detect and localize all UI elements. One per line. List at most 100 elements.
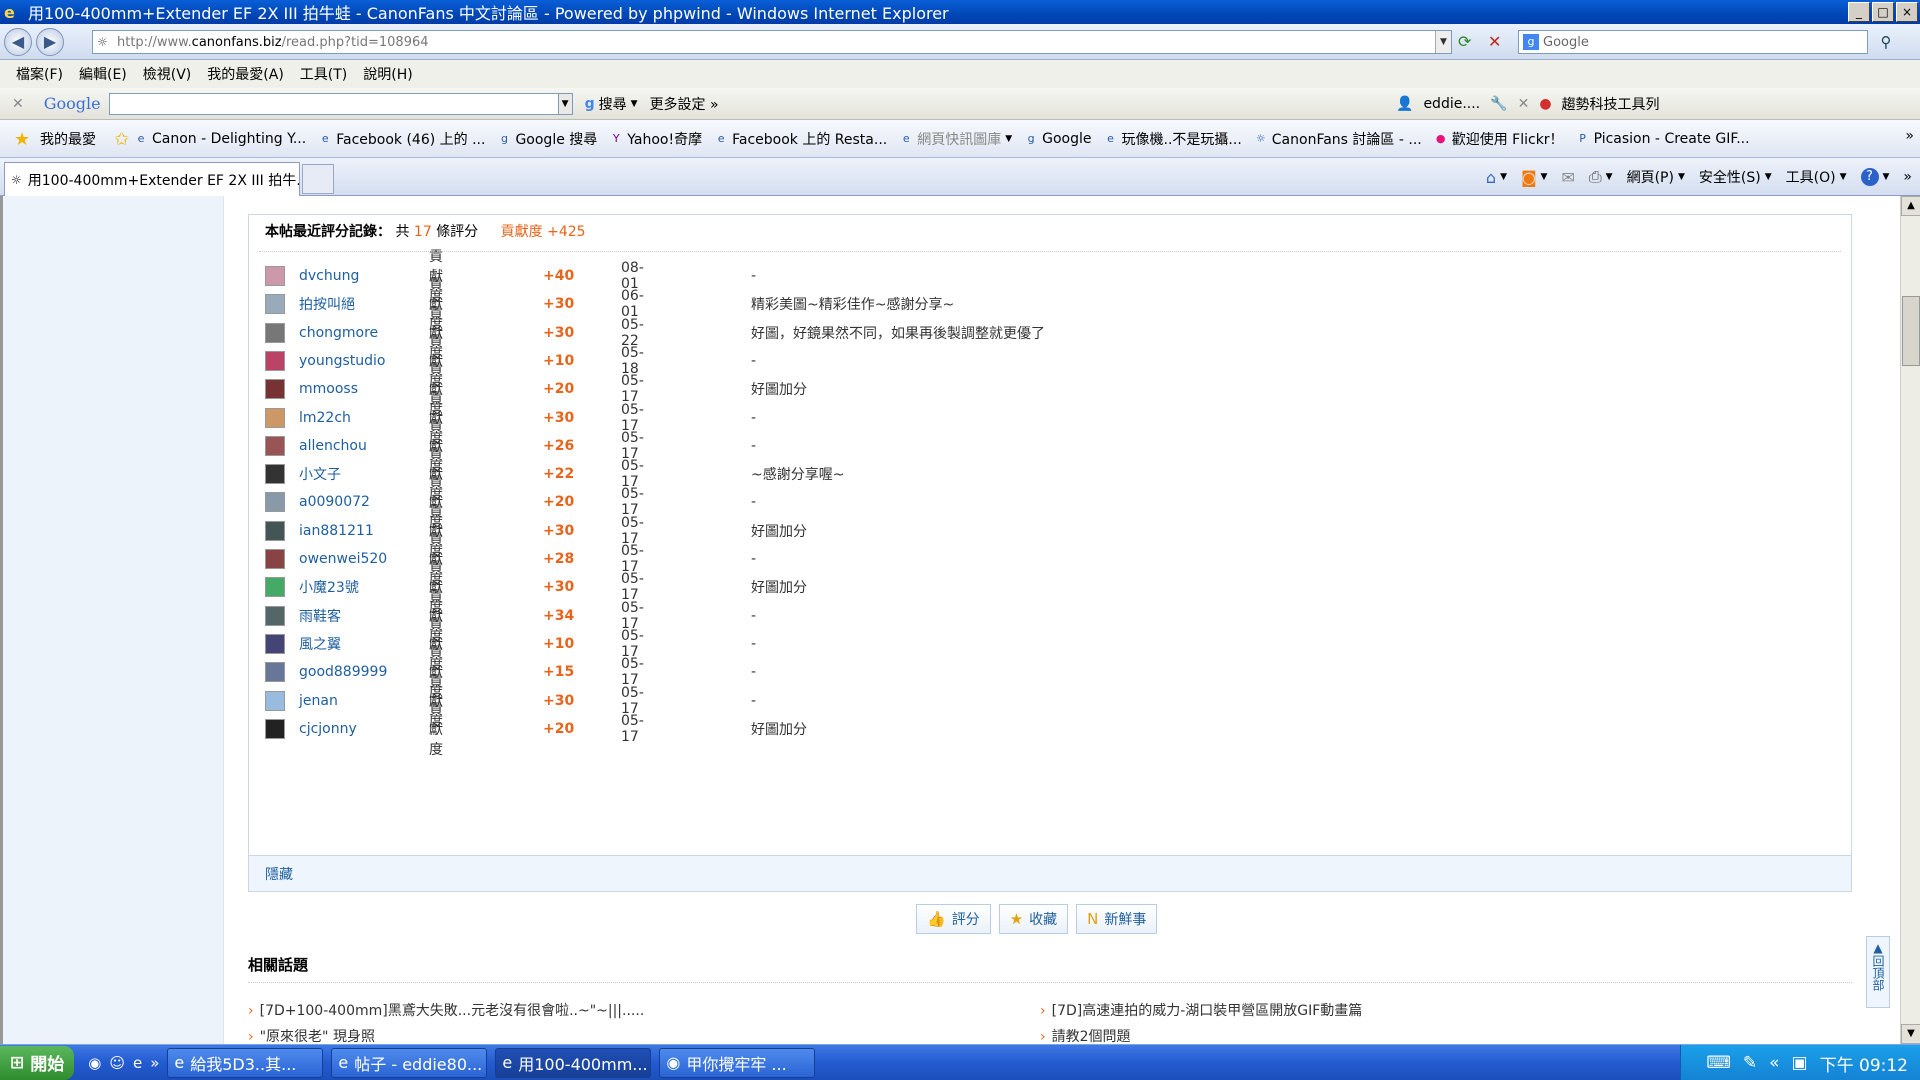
avatar[interactable] [265, 577, 285, 598]
new-tab-button[interactable] [302, 164, 334, 194]
avatar[interactable] [265, 492, 285, 513]
fav-link[interactable]: ☼ CanonFans 討論區 - ... [1254, 129, 1422, 149]
rating-user-link[interactable]: lm22ch [299, 410, 351, 426]
rating-user-link[interactable]: cjcjonny [299, 721, 357, 737]
tools-menu[interactable]: 工具(O) ▼ [1786, 167, 1847, 187]
forward-button[interactable]: ▶ [36, 27, 64, 56]
avatar[interactable] [265, 435, 285, 456]
news-button[interactable]: N 新鮮事 [1076, 904, 1158, 934]
fav-link[interactable]: e Facebook 上的 Resta... [714, 129, 888, 149]
avatar[interactable] [265, 633, 285, 654]
network-icon[interactable]: ▣ [1792, 1053, 1808, 1073]
rating-user-link[interactable]: good889999 [299, 664, 387, 680]
scroll-up-icon[interactable]: ▲ [1901, 196, 1920, 216]
wrench-icon[interactable]: 🔧 [1490, 96, 1507, 112]
hide-ratings-link[interactable]: 隱藏 [265, 864, 293, 884]
menu-file[interactable]: 檔案(F) [16, 64, 63, 84]
avatar[interactable] [265, 379, 285, 400]
toolbar-close-icon[interactable]: ✕ [1518, 96, 1530, 112]
related-topic-link[interactable]: › [7D]高速連拍的威力-湖口裝甲營區開放GIF動畫篇 [1040, 1000, 1362, 1020]
avatar[interactable] [265, 520, 285, 541]
more-settings-button[interactable]: 更多設定 » [650, 94, 719, 114]
rating-user-link[interactable]: youngstudio [299, 353, 385, 369]
rating-user-link[interactable]: 拍按叫絕 [299, 294, 355, 314]
maximize-button[interactable]: □ [1872, 2, 1894, 22]
page-menu[interactable]: 網頁(P) ▼ [1627, 167, 1685, 187]
scroll-down-icon[interactable]: ▼ [1901, 1024, 1920, 1044]
pen-icon[interactable]: ✎ [1743, 1053, 1757, 1073]
avatar[interactable] [265, 662, 285, 683]
fav-link[interactable]: e 網頁快訊圖庫 ▼ [899, 129, 1012, 149]
rating-user-link[interactable]: owenwei520 [299, 551, 387, 567]
avatar[interactable] [265, 266, 285, 286]
favorites-center-button[interactable]: 我的最愛 [40, 129, 96, 149]
google-search-dropdown[interactable]: ▼ [558, 92, 573, 115]
home-button[interactable]: ⌂ ▼ [1486, 168, 1507, 187]
fav-link[interactable]: e Facebook (46) 上的 ... [318, 129, 486, 149]
rating-user-link[interactable]: 風之翼 [299, 634, 341, 654]
taskbar-item[interactable]: e 給我5D3..其... [167, 1047, 324, 1078]
keyboard-icon[interactable]: ⌨ [1706, 1053, 1731, 1073]
avatar[interactable] [265, 690, 285, 711]
safety-menu[interactable]: 安全性(S) ▼ [1699, 167, 1772, 187]
taskbar-item[interactable]: ◉ 甲你攪牢牢 ... [659, 1047, 816, 1078]
favorite-button[interactable]: ★ 收藏 [998, 904, 1069, 934]
avatar[interactable] [265, 549, 285, 569]
fav-link[interactable]: e 玩像機..不是玩攝... [1104, 129, 1242, 149]
tab-current[interactable]: ☼ 用100-400mm+Extender EF 2X III 拍牛... [4, 162, 300, 196]
menu-help[interactable]: 說明(H) [363, 64, 412, 84]
fav-link[interactable]: g Google 搜尋 [497, 129, 597, 149]
feeds-button[interactable]: ◙ ▼ [1521, 168, 1547, 187]
avatar[interactable] [265, 464, 285, 485]
cmdbar-overflow-icon[interactable]: » [1903, 169, 1912, 185]
taskbar-item-active[interactable]: e 用100-400mm... [495, 1047, 652, 1078]
rating-user-link[interactable]: jenan [299, 693, 338, 709]
scroll-thumb[interactable] [1902, 296, 1920, 366]
trend-tools-label[interactable]: 趨勢科技工具列 [1562, 94, 1660, 114]
avatar[interactable] [265, 718, 285, 739]
search-go-icon[interactable]: ⚲ [1872, 31, 1900, 53]
taskbar-item[interactable]: e 帖子 - eddie80... [331, 1047, 488, 1078]
vertical-scrollbar[interactable]: ▲ ▼ [1900, 196, 1920, 1044]
back-to-top-button[interactable]: ▲ 回頂部 [1866, 936, 1890, 1008]
address-input[interactable]: ☼ http://www. canonfans.biz/read.php?tid=… [92, 30, 1452, 54]
tray-expand-icon[interactable]: « [1769, 1053, 1779, 1073]
rating-user-link[interactable]: mmooss [299, 381, 358, 397]
clock[interactable]: 下午 09:12 [1820, 1051, 1908, 1076]
related-topic-link[interactable]: › "原來很老" 現身照 [248, 1026, 375, 1044]
minimize-button[interactable]: _ [1848, 2, 1870, 22]
rating-user-link[interactable]: dvchung [299, 268, 359, 284]
menu-tools[interactable]: 工具(T) [300, 64, 347, 84]
chrome-icon[interactable]: ◉ [88, 1054, 101, 1072]
search-input[interactable]: g Google [1518, 30, 1868, 54]
google-search-button[interactable]: g 搜尋 ▼ [585, 94, 638, 114]
fav-link[interactable]: g Google [1024, 131, 1092, 147]
avatar[interactable] [265, 350, 285, 371]
mail-button[interactable]: ✉ [1561, 168, 1574, 187]
rating-user-link[interactable]: ian881211 [299, 523, 374, 539]
avatar[interactable] [265, 605, 285, 626]
related-topic-link[interactable]: › 請教2個問題 [1040, 1026, 1131, 1044]
rating-user-link[interactable]: 雨鞋客 [299, 606, 341, 626]
favorites-overflow-icon[interactable]: » [1905, 128, 1914, 144]
favorites-star-icon[interactable]: ★ [14, 129, 34, 150]
add-favorite-icon[interactable]: ✩ [114, 129, 134, 150]
address-dropdown-icon[interactable]: ▼ [1435, 31, 1451, 53]
fav-link[interactable]: ● 歡迎使用 Flickr！ [1434, 129, 1564, 149]
fav-link[interactable]: P Picasion - Create GIF... [1576, 131, 1749, 147]
google-search-field[interactable] [108, 92, 559, 115]
menu-view[interactable]: 檢視(V) [143, 64, 192, 84]
related-topic-link[interactable]: › [7D+100-400mm]黑鳶大失敗...元老沒有很會啦..~"~|||..… [248, 1000, 644, 1020]
fav-link[interactable]: Y Yahoo!奇摩 [609, 129, 702, 149]
avatar[interactable] [265, 322, 285, 343]
refresh-icon[interactable]: ⟳ [1458, 32, 1478, 52]
fav-link[interactable]: e Canon - Delighting Y... [134, 131, 307, 147]
print-button[interactable]: ⎙ ▼ [1589, 167, 1613, 187]
ie-icon[interactable]: e [133, 1054, 142, 1072]
messenger-icon[interactable]: ☺ [109, 1054, 125, 1072]
rating-user-link[interactable]: chongmore [299, 325, 378, 341]
rating-user-link[interactable]: 小文子 [299, 464, 341, 484]
quicklaunch-overflow-icon[interactable]: » [150, 1054, 159, 1072]
rate-button[interactable]: 👍 評分 [916, 904, 991, 934]
help-button[interactable]: ? ▼ [1860, 168, 1889, 186]
